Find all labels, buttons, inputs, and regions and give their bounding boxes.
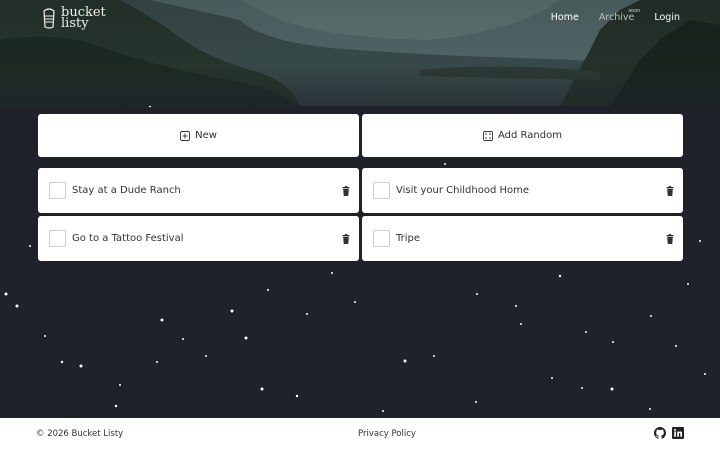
item-checkbox[interactable] [373,182,390,199]
trash-icon[interactable] [665,185,675,196]
trash-icon[interactable] [341,233,351,244]
footer: © 2026 Bucket Listy Privacy Policy [0,418,720,450]
soon-badge: soon [628,8,641,14]
add-random-button[interactable]: Add Random [362,114,683,157]
nav-login-link[interactable]: Login [654,12,680,23]
brand-logo[interactable]: bucket listy [42,5,107,31]
brand-name: bucket listy [61,5,106,31]
dice-icon [483,130,493,141]
item-label: Stay at a Dude Ranch [72,185,181,196]
top-nav: Home Archive soon Login [551,8,680,23]
social-links [654,427,684,439]
bucket-icon [43,8,55,29]
new-button[interactable]: New [38,114,359,157]
nav-home-link[interactable]: Home [551,12,579,23]
list-item: Visit your Childhood Home [362,168,683,213]
item-label: Go to a Tattoo Festival [72,233,184,244]
privacy-policy-link[interactable]: Privacy Policy [358,429,416,439]
plus-square-icon [180,130,191,141]
trash-icon[interactable] [665,233,675,244]
item-checkbox[interactable] [49,182,66,199]
list-item: Go to a Tattoo Festival [38,216,359,261]
item-checkbox[interactable] [373,230,390,247]
github-icon[interactable] [654,427,666,439]
list-item: Tripe [362,216,683,261]
linkedin-icon[interactable] [672,427,684,439]
item-label: Visit your Childhood Home [396,185,530,196]
trash-icon[interactable] [341,185,351,196]
item-checkbox[interactable] [49,230,66,247]
list-item: Stay at a Dude Ranch [38,168,359,213]
item-label: Tripe [396,233,421,244]
copyright-text: © 2026 Bucket Listy [36,429,124,439]
nav-archive-link[interactable]: Archive soon [599,8,641,23]
